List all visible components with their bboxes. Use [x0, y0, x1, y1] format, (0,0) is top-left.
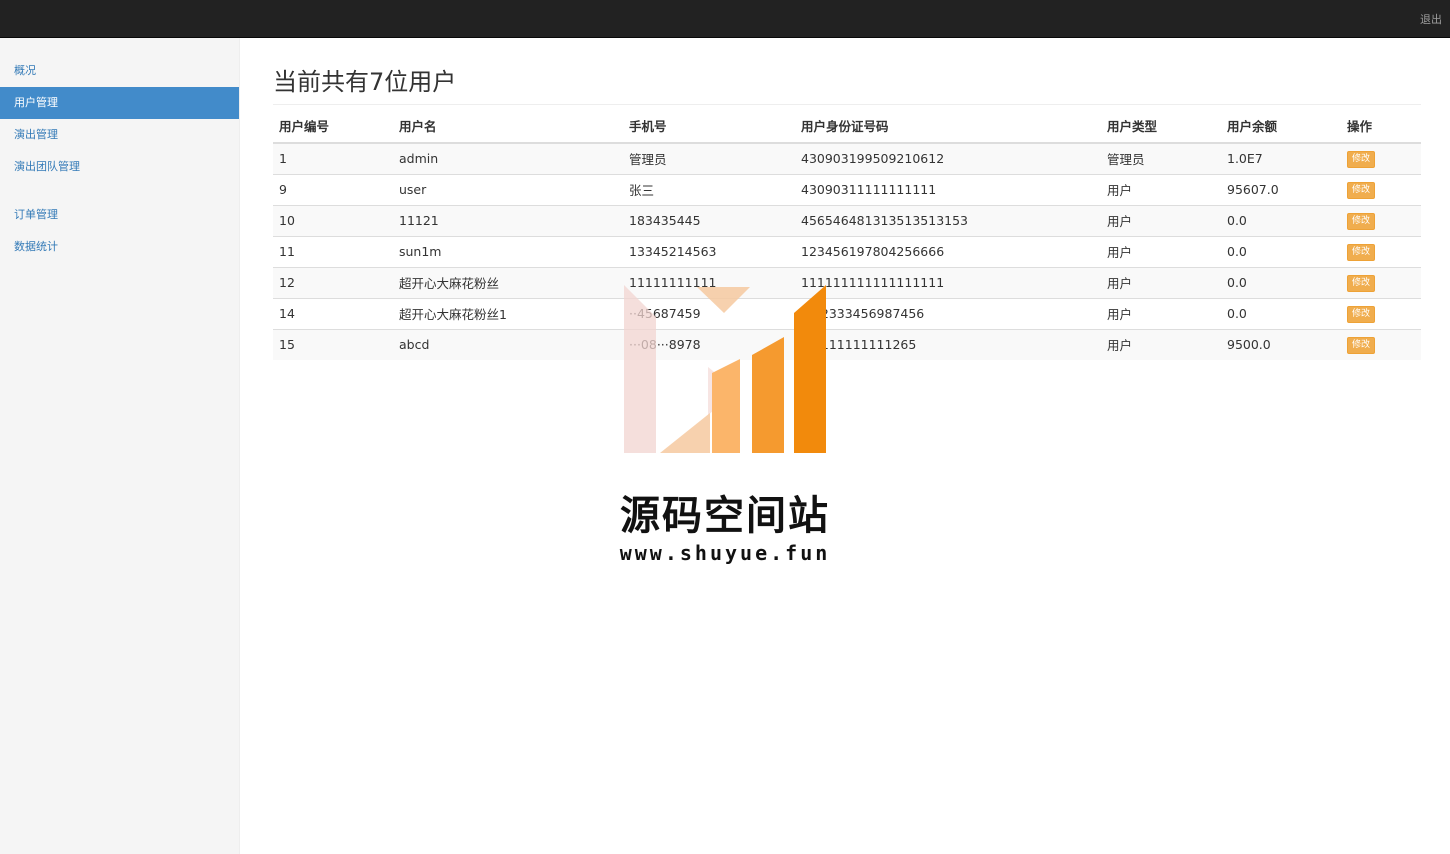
column-header-user-id: 用户编号: [273, 105, 393, 144]
table-row: 11 sun1m 13345214563 123456197804256666 用户 0.…: [273, 235, 1421, 267]
cell-id-number: 123456197804256666: [795, 235, 1101, 267]
cell-username: 超开心大麻花粉丝: [393, 266, 623, 298]
edit-button[interactable]: 修改: [1347, 275, 1376, 292]
edit-button[interactable]: 修改: [1347, 306, 1376, 323]
sidebar-item-order-management[interactable]: 订单管理: [0, 199, 239, 231]
cell-id-number: ···22333456987456: [795, 297, 1101, 329]
cell-user-id: 14: [273, 297, 393, 329]
column-header-phone: 手机号: [623, 105, 795, 144]
cell-username: 超开心大麻花粉丝1: [393, 297, 623, 329]
cell-actions: 修改: [1341, 297, 1421, 329]
cell-actions: 修改: [1341, 173, 1421, 205]
sidebar-divider: [0, 183, 239, 199]
logout-link[interactable]: 退出: [1420, 11, 1442, 27]
cell-balance: 1.0E7: [1221, 142, 1341, 174]
edit-button[interactable]: 修改: [1347, 213, 1376, 230]
cell-user-id: 1: [273, 142, 393, 174]
cell-user-type: 用户: [1101, 297, 1221, 329]
table-row: 15 abcd ···08···8978·11111111111265 用户 9500.…: [273, 328, 1421, 360]
cell-balance: 95607.0: [1221, 173, 1341, 205]
cell-user-type: 用户: [1101, 173, 1221, 205]
sidebar: 概况 用户管理 演出管理 演出团队管理 订单管理 数据统计: [0, 38, 240, 854]
cell-balance: 0.0: [1221, 204, 1341, 236]
cell-actions: 修改: [1341, 266, 1421, 298]
sidebar-item-statistics[interactable]: 数据统计: [0, 231, 239, 263]
cell-user-type: 管理员: [1101, 142, 1221, 174]
edit-button[interactable]: 修改: [1347, 337, 1376, 355]
column-header-balance: 用户余额: [1221, 105, 1341, 144]
column-header-actions: 操作: [1341, 105, 1421, 144]
cell-user-type: 用户: [1101, 328, 1221, 360]
column-header-user-type: 用户类型: [1101, 105, 1221, 144]
table-header-row: 用户编号 用户名 手机号 用户身份证号码 用户类型 用户余额 操作: [273, 105, 1421, 144]
cell-actions: 修改: [1341, 328, 1421, 360]
cell-phone: 11111111111: [623, 266, 795, 298]
cell-actions: 修改: [1341, 142, 1421, 174]
cell-phone: ···08···8978: [623, 328, 795, 360]
sidebar-item-show-management[interactable]: 演出管理: [0, 119, 239, 151]
sidebar-item-user-management[interactable]: 用户管理: [0, 87, 239, 119]
cell-id-number: 111111111111111111: [795, 266, 1101, 298]
cell-user-id: 11: [273, 235, 393, 267]
users-table: 用户编号 用户名 手机号 用户身份证号码 用户类型 用户余额 操作 1 admin…: [273, 105, 1421, 360]
cell-username: abcd: [393, 328, 623, 360]
cell-phone: 13345214563: [623, 235, 795, 267]
cell-id-number: 43090311111111111: [795, 173, 1101, 205]
page-title: 当前共有7位用户: [273, 66, 1421, 105]
table-row: 12 超开心大麻花粉丝 11111111111 111111111111111111 用…: [273, 266, 1421, 298]
cell-username: user: [393, 173, 623, 205]
cell-user-type: 用户: [1101, 235, 1221, 267]
cell-balance: 0.0: [1221, 266, 1341, 298]
table-row: 10 11121 183435445 456546481313513513153 用户 0…: [273, 204, 1421, 236]
cell-username: admin: [393, 142, 623, 174]
cell-user-id: 9: [273, 173, 393, 205]
cell-phone: ··45687459: [623, 297, 795, 329]
cell-balance: 0.0: [1221, 235, 1341, 267]
cell-user-type: 用户: [1101, 266, 1221, 298]
column-header-id-number: 用户身份证号码: [795, 105, 1101, 144]
cell-user-id: 12: [273, 266, 393, 298]
top-navbar: 退出: [0, 0, 1450, 38]
edit-button[interactable]: 修改: [1347, 182, 1376, 199]
cell-user-id: 15: [273, 328, 393, 360]
cell-user-type: 用户: [1101, 204, 1221, 236]
cell-user-id: 10: [273, 204, 393, 236]
sidebar-item-overview[interactable]: 概况: [0, 55, 239, 87]
edit-button[interactable]: 修改: [1347, 151, 1376, 169]
sidebar-item-troupe-management[interactable]: 演出团队管理: [0, 151, 239, 183]
cell-username: sun1m: [393, 235, 623, 267]
cell-phone: 张三: [623, 173, 795, 205]
cell-phone: 183435445: [623, 204, 795, 236]
cell-balance: 9500.0: [1221, 328, 1341, 360]
edit-button[interactable]: 修改: [1347, 244, 1376, 261]
main-content: 当前共有7位用户 用户编号 用户名 手机号 用户身份证号码 用户类型 用户余额 …: [273, 38, 1421, 360]
cell-id-number: 430903199509210612: [795, 142, 1101, 174]
cell-id-number: 456546481313513513153: [795, 204, 1101, 236]
cell-username: 11121: [393, 204, 623, 236]
watermark-title: 源码空间站: [620, 493, 830, 539]
cell-actions: 修改: [1341, 235, 1421, 267]
cell-id-number: ·11111111111265: [795, 328, 1101, 360]
cell-actions: 修改: [1341, 204, 1421, 236]
cell-phone: 管理员: [623, 142, 795, 174]
table-row: 9 user 张三 43090311111111111 用户 95607.0 修改: [273, 173, 1421, 205]
watermark-url: www.shuyue.fun: [619, 541, 831, 565]
table-row: 1 admin 管理员 430903199509210612 管理员 1.0E7 修改: [273, 142, 1421, 174]
cell-balance: 0.0: [1221, 297, 1341, 329]
table-row: 14 超开心大麻花粉丝1 ··45687459 ···22333456987456 用户…: [273, 297, 1421, 329]
column-header-username: 用户名: [393, 105, 623, 144]
